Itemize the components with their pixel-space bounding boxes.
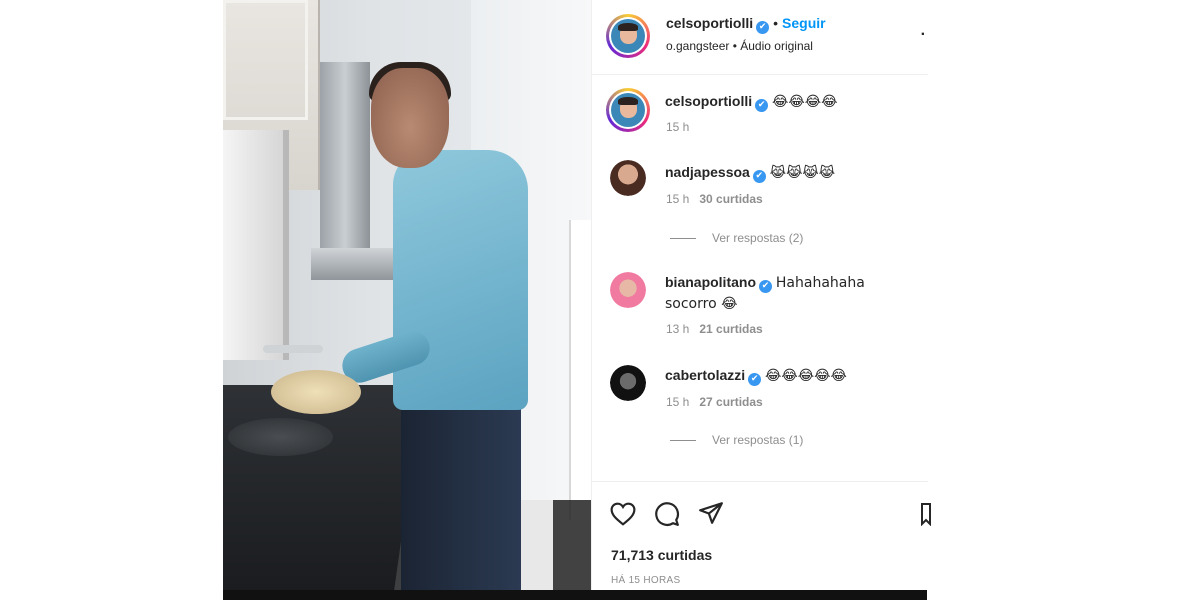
post-video[interactable] (223, 0, 591, 590)
post-actions: 71,713 curtidas HÁ 15 HORAS (592, 481, 931, 591)
person-body (393, 150, 528, 410)
post-header: celsoportiolli ✔ • Seguir o.gangsteer • Áud… (592, 0, 928, 75)
view-replies-label: Ver respostas (2) (712, 231, 804, 245)
kitchen-sink (228, 418, 333, 456)
comment-username[interactable]: celsoportiolli (665, 93, 752, 109)
comment-text: cabertolazzi ✔ 😂😂😂😂😂 (665, 365, 915, 386)
comment-time: 15 h (666, 192, 690, 206)
commenter-avatar[interactable] (610, 272, 646, 308)
comment-body: 😂😂😂😂 (772, 94, 838, 110)
comment-likes[interactable]: 27 curtidas (699, 395, 762, 409)
verified-icon: ✔ (748, 373, 762, 386)
comment-time: 15 h (666, 395, 690, 409)
view-replies-label: Ver respostas (1) (712, 433, 804, 447)
more-options-icon[interactable]: · (921, 26, 926, 44)
commenter-avatar[interactable] (610, 365, 646, 401)
author-username[interactable]: celsoportiolli (666, 15, 753, 31)
comment-body: 😹😹😹😹 (769, 165, 836, 181)
comment-username[interactable]: cabertolazzi (665, 367, 745, 383)
view-replies-button[interactable]: Ver respostas (2) (670, 231, 803, 245)
follow-button[interactable]: Seguir (782, 15, 826, 31)
verified-icon: ✔ (755, 99, 769, 112)
person-head (371, 68, 449, 168)
comment-username[interactable]: bianapolitano (665, 274, 756, 290)
separator-dot: • (773, 15, 779, 31)
post-time: HÁ 15 HORAS (611, 575, 681, 586)
comment-likes[interactable]: 21 curtidas (699, 322, 762, 336)
faucet (263, 345, 323, 353)
cabinet-frame (223, 0, 308, 120)
comment-icon[interactable] (654, 501, 680, 527)
plate (271, 370, 361, 414)
view-replies-button[interactable]: Ver respostas (1) (670, 433, 803, 447)
heart-icon[interactable] (610, 502, 636, 526)
bookmark-icon[interactable] (920, 502, 932, 526)
kitchen-door (569, 220, 591, 520)
range-hood-base (311, 248, 396, 280)
post-side-panel: celsoportiolli ✔ • Seguir o.gangsteer • Áud… (591, 0, 931, 591)
comment-likes[interactable]: 30 curtidas (699, 192, 762, 206)
range-hood (320, 62, 370, 252)
comment-meta: 15 h (666, 120, 689, 134)
comment-text: nadjapessoa ✔ 😹😹😹😹 (665, 162, 915, 183)
replies-line (670, 238, 696, 240)
author-avatar[interactable] (606, 14, 650, 58)
bottom-bar (223, 590, 927, 600)
comment-text: celsoportiolli ✔ 😂😂😂😂 (665, 91, 915, 112)
replies-line (670, 440, 696, 442)
verified-icon: ✔ (759, 280, 772, 293)
kitchen-counter (223, 385, 423, 590)
verified-icon: ✔ (752, 170, 766, 183)
comment-time: 15 h (666, 120, 690, 134)
comment-meta: 13 h 21 curtidas (666, 322, 763, 336)
likes-count[interactable]: 71,713 curtidas (611, 547, 712, 563)
comment-meta: 15 h 27 curtidas (666, 395, 763, 409)
commenter-avatar[interactable] (606, 88, 650, 132)
post-subtitle[interactable]: o.gangsteer • Áudio original (666, 39, 813, 53)
share-icon[interactable] (698, 501, 724, 525)
author-line: celsoportiolli ✔ • Seguir (666, 15, 826, 34)
comment-meta: 15 h 30 curtidas (666, 192, 763, 206)
commenter-avatar[interactable] (610, 160, 646, 196)
person-legs (401, 395, 521, 590)
comment-username[interactable]: nadjapessoa (665, 164, 750, 180)
comment-text: bianapolitano ✔ Hahahahaha socorro 😂 (665, 272, 915, 314)
comment-body: 😂😂😂😂😂 (765, 368, 847, 384)
verified-icon: ✔ (756, 21, 770, 34)
kitchen-window (223, 130, 289, 360)
comment-time: 13 h (666, 322, 690, 336)
